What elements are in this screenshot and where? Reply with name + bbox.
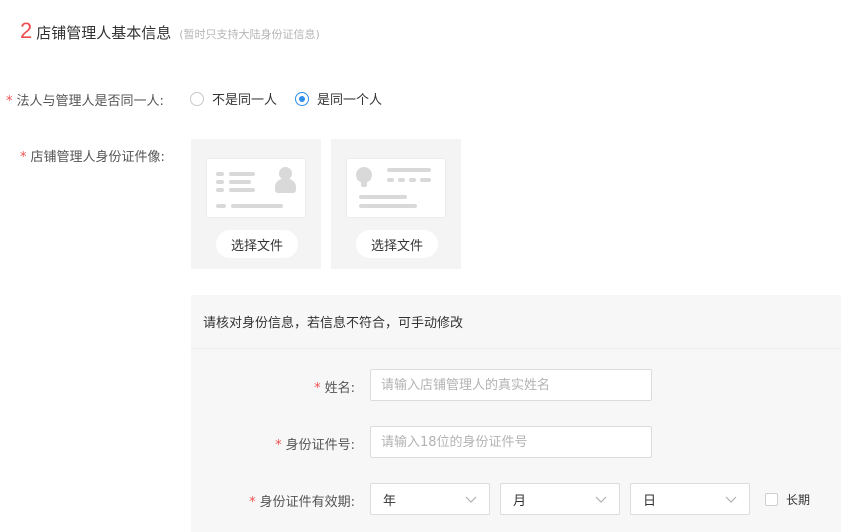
- id-images-label: * 店铺管理人身份证件像:: [20, 146, 165, 165]
- id-back-upload[interactable]: 选择文件: [331, 139, 461, 269]
- chevron-down-icon: [595, 496, 607, 503]
- verify-heading: 请核对身份信息，若信息不符合，可手动修改: [191, 295, 841, 349]
- year-select-value: 年: [383, 493, 397, 509]
- month-select-value: 月: [513, 493, 527, 509]
- id-number-input[interactable]: [370, 426, 652, 458]
- section-title: 店铺管理人基本信息: [36, 24, 172, 42]
- same-person-label-text: 法人与管理人是否同一人:: [16, 94, 164, 109]
- validity-label: * 身份证件有效期:: [249, 491, 355, 510]
- required-mark: *: [314, 381, 321, 396]
- name-input[interactable]: [370, 369, 652, 401]
- section-header: 2 店铺管理人基本信息 (暂时只支持大陆身份证信息): [20, 18, 320, 44]
- same-person-label: * 法人与管理人是否同一人:: [6, 90, 164, 109]
- id-number-label-text: 身份证件号:: [285, 438, 355, 453]
- id-front-card-icon: [206, 158, 306, 218]
- year-select[interactable]: 年: [370, 483, 490, 515]
- id-images-label-text: 店铺管理人身份证件像:: [30, 150, 165, 165]
- required-mark: *: [20, 150, 27, 165]
- radio-same[interactable]: [295, 91, 310, 106]
- id-front-select-button[interactable]: 选择文件: [216, 230, 298, 258]
- section-note: (暂时只支持大陆身份证信息): [179, 28, 320, 41]
- radio-not-same[interactable]: [190, 91, 204, 106]
- id-back-select-button[interactable]: 选择文件: [356, 230, 438, 258]
- day-select[interactable]: 日: [630, 483, 750, 515]
- validity-label-text: 身份证件有效期:: [259, 495, 355, 510]
- long-term-label: 长期: [786, 493, 811, 507]
- id-number-label: * 身份证件号:: [275, 434, 355, 453]
- month-select[interactable]: 月: [500, 483, 620, 515]
- name-label: * 姓名:: [314, 377, 355, 396]
- verify-panel: 请核对身份信息，若信息不符合，可手动修改 *姓名: *身份证件号: *身份证件有…: [191, 295, 841, 532]
- id-front-upload[interactable]: 选择文件: [191, 139, 321, 269]
- id-back-card-icon: [346, 158, 446, 218]
- required-mark: *: [6, 94, 13, 109]
- required-mark: *: [249, 495, 256, 510]
- section-number: 2: [20, 18, 33, 43]
- name-label-text: 姓名:: [324, 381, 355, 396]
- long-term-option[interactable]: 长期: [765, 491, 810, 508]
- radio-same-label: 是同一个人: [317, 93, 383, 108]
- day-select-value: 日: [643, 493, 657, 509]
- radio-not-same-label: 不是同一人: [212, 93, 278, 108]
- same-person-radio-group: 不是同一人 是同一个人: [190, 89, 400, 108]
- long-term-checkbox[interactable]: [765, 493, 778, 506]
- chevron-down-icon: [725, 496, 737, 503]
- radio-option-not-same[interactable]: 不是同一人: [190, 89, 277, 108]
- chevron-down-icon: [465, 496, 477, 503]
- radio-option-same[interactable]: 是同一个人: [295, 89, 382, 108]
- required-mark: *: [275, 438, 282, 453]
